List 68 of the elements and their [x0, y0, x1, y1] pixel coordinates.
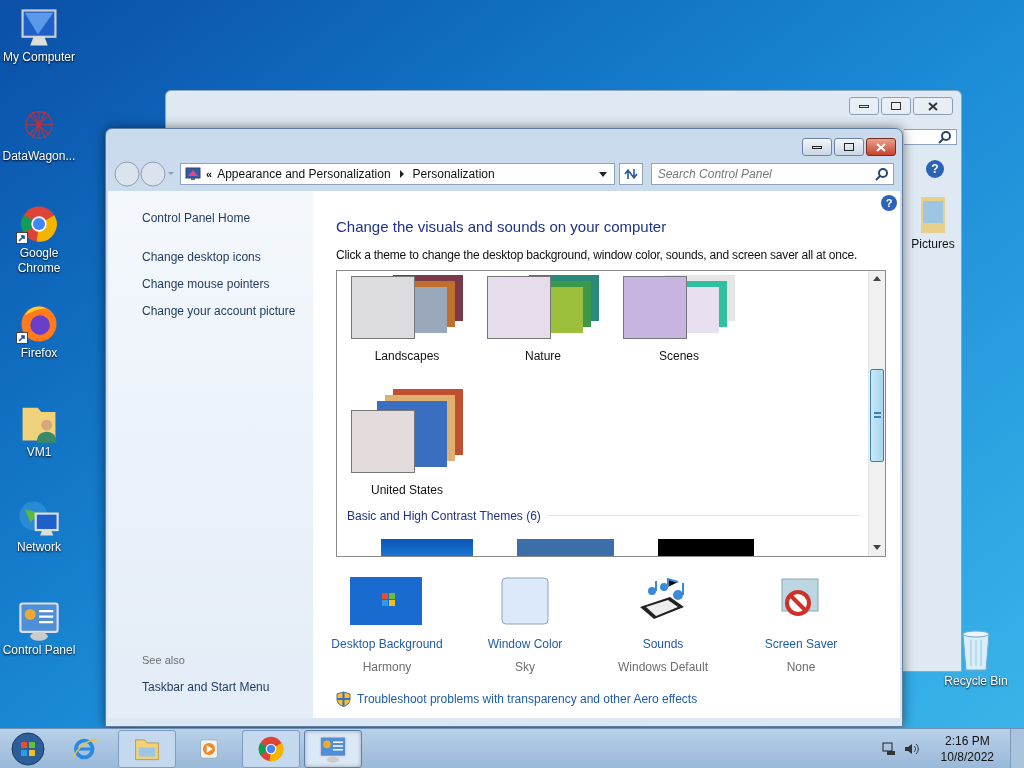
search-field[interactable]: Search Control Panel [650, 163, 894, 185]
dropdown-caret-icon[interactable] [597, 170, 608, 178]
breadcrumb-item[interactable]: Personalization [407, 165, 500, 183]
folder-label: Pictures [911, 236, 955, 253]
sidebar-link[interactable]: Change your account picture [142, 302, 313, 320]
sidebar-link[interactable]: Taskbar and Start Menu [142, 678, 313, 696]
network-tray-icon[interactable] [880, 740, 897, 757]
clock[interactable]: 2:16 PM 10/8/2022 [940, 732, 994, 765]
setting-link[interactable]: Screen Saver [764, 634, 838, 653]
taskbar-button[interactable] [242, 729, 300, 768]
breadcrumb-item[interactable]: Appearance and Personalization [212, 165, 396, 183]
page-heading: Change the visuals and sounds on your computer [336, 217, 668, 237]
setting-value: Harmony [362, 658, 412, 676]
setting-value: Windows Default [617, 658, 708, 676]
help-button[interactable]: ? [881, 195, 897, 211]
desktop-icon-label: Recycle Bin [944, 673, 1008, 690]
clock-time: 2:16 PM [944, 732, 990, 749]
scroll-up-arrow-icon[interactable] [873, 276, 881, 281]
desktop-icon-label: VM1 [25, 445, 53, 460]
minimize-button[interactable] [849, 97, 879, 115]
theme-name: Nature [525, 347, 561, 365]
desktop-icon-label: DataWagon... [1, 149, 77, 164]
help-button[interactable]: ? [926, 160, 944, 178]
sidebar-link[interactable]: Change desktop icons [142, 248, 313, 266]
desktop-icon-label: Network [16, 540, 62, 555]
maximize-button[interactable] [881, 97, 911, 115]
theme-name: Scenes [659, 347, 699, 365]
start-button[interactable] [8, 730, 48, 767]
search-icon [875, 167, 889, 181]
sidebar-link[interactable]: Control Panel Home [142, 209, 313, 227]
setting-value: Sky [515, 658, 535, 676]
control-panel-icon[interactable] [16, 599, 62, 643]
see-also-heading: See also [142, 652, 186, 668]
section-heading: Basic and High Contrast Themes (6) [347, 507, 541, 525]
desktop-icon-label: Control Panel [1, 643, 77, 658]
address-bar[interactable]: « Appearance and Personalization Personalization [180, 163, 615, 185]
close-button[interactable] [866, 138, 896, 156]
desktop-icon-label: My Computer [2, 50, 76, 65]
close-icon [928, 102, 938, 112]
close-icon [876, 142, 886, 152]
scrollbar[interactable] [868, 270, 885, 556]
description-text: Click a theme to change the desktop background, window color, sounds, and screen saver all at once. [336, 246, 859, 264]
troubleshoot-link[interactable]: Troubleshoot problems with transparency and other Aero effects [357, 689, 698, 708]
setting-link[interactable]: Desktop Background [331, 634, 443, 653]
search-field[interactable] [904, 129, 957, 145]
theme-name: United States [370, 481, 443, 499]
sidebar-link[interactable]: Change mouse pointers [142, 275, 313, 293]
setting-link[interactable]: Window Color [487, 634, 563, 653]
refresh-icon [623, 167, 638, 181]
maximize-button[interactable] [834, 138, 864, 156]
overflow-chevron-icon[interactable]: « [206, 165, 213, 183]
monitor-icon [185, 167, 201, 181]
minimize-button[interactable] [802, 138, 832, 156]
setting-link[interactable]: Sounds [642, 634, 684, 653]
close-button[interactable] [913, 97, 953, 115]
taskbar-button[interactable] [304, 729, 362, 768]
search-input: Search Control Panel [651, 165, 875, 183]
desktop-icon-label: Google Chrome [16, 246, 62, 276]
scroll-down-arrow-icon[interactable] [873, 545, 881, 550]
scroll-thumb[interactable] [870, 368, 884, 462]
search-icon [938, 130, 952, 144]
shield-icon [336, 690, 351, 707]
wallpaper-thumbnail[interactable] [350, 576, 424, 625]
desktop-icon-label: Firefox [19, 346, 59, 361]
theme-name: Landscapes [374, 347, 440, 365]
setting-value: None [786, 658, 816, 676]
refresh-button[interactable] [618, 163, 643, 185]
clock-date: 10/8/2022 [940, 748, 994, 765]
